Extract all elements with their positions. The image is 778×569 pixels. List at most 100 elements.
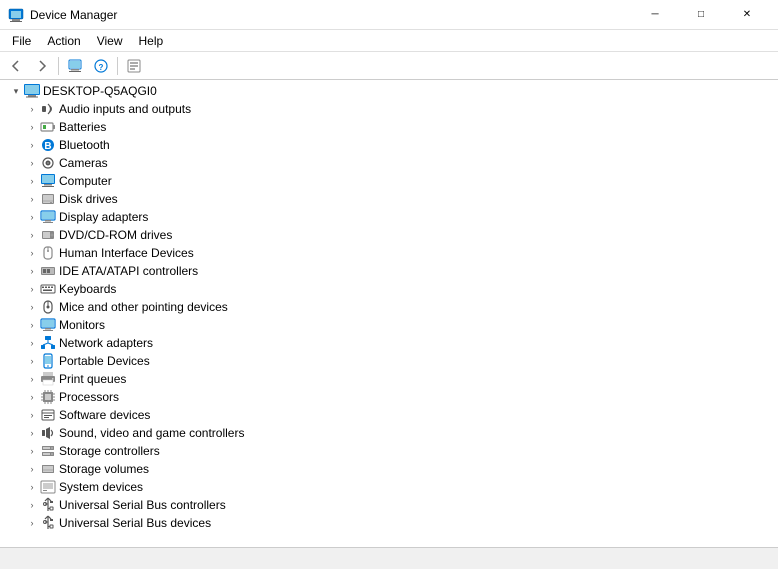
tree-item-print[interactable]: › Print queues bbox=[4, 370, 778, 388]
tree-item-mice[interactable]: › Mice and other pointing devices bbox=[4, 298, 778, 316]
tree-item-monitors[interactable]: › Monitors bbox=[4, 316, 778, 334]
audio-icon bbox=[40, 101, 56, 117]
tree-item-bluetooth[interactable]: › B Bluetooth bbox=[4, 136, 778, 154]
tree-item-disk-drives[interactable]: › Disk drives bbox=[4, 190, 778, 208]
expand-portable[interactable]: › bbox=[24, 353, 40, 369]
tree-item-storage-vol[interactable]: › Storage volumes bbox=[4, 460, 778, 478]
expand-hid[interactable]: › bbox=[24, 245, 40, 261]
status-bar bbox=[0, 547, 778, 569]
expand-network[interactable]: › bbox=[24, 335, 40, 351]
display-icon bbox=[40, 209, 56, 225]
expand-batteries[interactable]: › bbox=[24, 119, 40, 135]
menu-file[interactable]: File bbox=[4, 30, 39, 51]
mouse-icon bbox=[40, 299, 56, 315]
tree-item-processors[interactable]: › bbox=[4, 388, 778, 406]
tree-root: ▾ DESKTOP-Q5AQGI0 › bbox=[0, 82, 778, 532]
storage-ctrl-label: Storage controllers bbox=[59, 444, 160, 458]
tree-item-ide[interactable]: › IDE ATA/ATAPI controllers bbox=[4, 262, 778, 280]
menu-help[interactable]: Help bbox=[131, 30, 172, 51]
tree-item-computer[interactable]: › Computer bbox=[4, 172, 778, 190]
tree-item-usb-devices[interactable]: › Universal Serial Bus bbox=[4, 514, 778, 532]
forward-button[interactable] bbox=[30, 55, 54, 77]
tree-item-display-adapters[interactable]: › Display adapters bbox=[4, 208, 778, 226]
expand-sound[interactable]: › bbox=[24, 425, 40, 441]
tree-item-storage-ctrl[interactable]: › Storage controllers bbox=[4, 442, 778, 460]
maximize-button[interactable]: □ bbox=[678, 0, 724, 30]
expand-keyboards[interactable]: › bbox=[24, 281, 40, 297]
window-title: Device Manager bbox=[30, 8, 632, 22]
expand-audio[interactable]: › bbox=[24, 101, 40, 117]
expand-storage-vol[interactable]: › bbox=[24, 461, 40, 477]
toolbar-separator-2 bbox=[117, 57, 118, 75]
tree-children: › Audio inputs and outputs › bbox=[4, 100, 778, 532]
expand-computer[interactable]: › bbox=[24, 173, 40, 189]
hid-label: Human Interface Devices bbox=[59, 246, 194, 260]
tree-item-root[interactable]: ▾ DESKTOP-Q5AQGI0 bbox=[4, 82, 778, 100]
mice-label: Mice and other pointing devices bbox=[59, 300, 228, 314]
expand-monitors[interactable]: › bbox=[24, 317, 40, 333]
expand-cameras[interactable]: › bbox=[24, 155, 40, 171]
storage-ctrl-icon bbox=[40, 443, 56, 459]
bluetooth-icon: B bbox=[40, 137, 56, 153]
tree-item-sound[interactable]: › Sound, video and game controllers bbox=[4, 424, 778, 442]
back-button[interactable] bbox=[4, 55, 28, 77]
root-label: DESKTOP-Q5AQGI0 bbox=[43, 84, 157, 98]
expand-root[interactable]: ▾ bbox=[8, 83, 24, 99]
sound-label: Sound, video and game controllers bbox=[59, 426, 244, 440]
usb-ctrl-icon bbox=[40, 497, 56, 513]
usb-controllers-label: Universal Serial Bus controllers bbox=[59, 498, 226, 512]
display-adapters-label: Display adapters bbox=[59, 210, 148, 224]
tree-item-keyboards[interactable]: › Keyboards bbox=[4, 280, 778, 298]
expand-display-adapters[interactable]: › bbox=[24, 209, 40, 225]
menu-action[interactable]: Action bbox=[39, 30, 88, 51]
portable-icon bbox=[40, 353, 56, 369]
expand-storage-ctrl[interactable]: › bbox=[24, 443, 40, 459]
tree-item-batteries[interactable]: › Batteries bbox=[4, 118, 778, 136]
computer-label: Computer bbox=[59, 174, 112, 188]
camera-icon bbox=[40, 155, 56, 171]
tree-item-network[interactable]: › Network adapters bbox=[4, 334, 778, 352]
tree-item-dvd[interactable]: › DVD/CD-ROM drives bbox=[4, 226, 778, 244]
expand-processors[interactable]: › bbox=[24, 389, 40, 405]
storage-vol-label: Storage volumes bbox=[59, 462, 149, 476]
batteries-label: Batteries bbox=[59, 120, 106, 134]
help-button[interactable]: ? bbox=[89, 55, 113, 77]
audio-label: Audio inputs and outputs bbox=[59, 102, 191, 116]
tree-item-system[interactable]: › System devices bbox=[4, 478, 778, 496]
tree-item-cameras[interactable]: › Cameras bbox=[4, 154, 778, 172]
tree-item-audio[interactable]: › Audio inputs and outputs bbox=[4, 100, 778, 118]
keyboards-label: Keyboards bbox=[59, 282, 116, 296]
tree-item-software[interactable]: › Software devices bbox=[4, 406, 778, 424]
software-icon bbox=[40, 407, 56, 423]
expand-dvd[interactable]: › bbox=[24, 227, 40, 243]
dvd-label: DVD/CD-ROM drives bbox=[59, 228, 172, 242]
expand-mice[interactable]: › bbox=[24, 299, 40, 315]
minimize-button[interactable]: ─ bbox=[632, 0, 678, 30]
expand-ide[interactable]: › bbox=[24, 263, 40, 279]
network-icon bbox=[40, 335, 56, 351]
svg-text:B: B bbox=[44, 141, 51, 152]
device-tree[interactable]: ▾ DESKTOP-Q5AQGI0 › bbox=[0, 80, 778, 547]
system-label: System devices bbox=[59, 480, 143, 494]
properties-button[interactable] bbox=[122, 55, 146, 77]
expand-usb-controllers[interactable]: › bbox=[24, 497, 40, 513]
close-button[interactable]: ✕ bbox=[724, 0, 770, 30]
expand-software[interactable]: › bbox=[24, 407, 40, 423]
dvd-icon bbox=[40, 227, 56, 243]
window-controls: ─ □ ✕ bbox=[632, 0, 770, 30]
expand-disk-drives[interactable]: › bbox=[24, 191, 40, 207]
expand-print[interactable]: › bbox=[24, 371, 40, 387]
tree-item-hid[interactable]: › Human Interface Devices bbox=[4, 244, 778, 262]
expand-usb-devices[interactable]: › bbox=[24, 515, 40, 531]
expand-system[interactable]: › bbox=[24, 479, 40, 495]
expand-bluetooth[interactable]: › bbox=[24, 137, 40, 153]
menu-bar: File Action View Help bbox=[0, 30, 778, 52]
menu-view[interactable]: View bbox=[89, 30, 131, 51]
monitor-icon bbox=[40, 317, 56, 333]
ide-icon bbox=[40, 263, 56, 279]
tree-item-usb-controllers[interactable]: › Universal Serial Bus bbox=[4, 496, 778, 514]
tree-item-portable[interactable]: › Portable Devices bbox=[4, 352, 778, 370]
bluetooth-label: Bluetooth bbox=[59, 138, 110, 152]
usb-devices-label: Universal Serial Bus devices bbox=[59, 516, 211, 530]
computer-properties-button[interactable] bbox=[63, 55, 87, 77]
